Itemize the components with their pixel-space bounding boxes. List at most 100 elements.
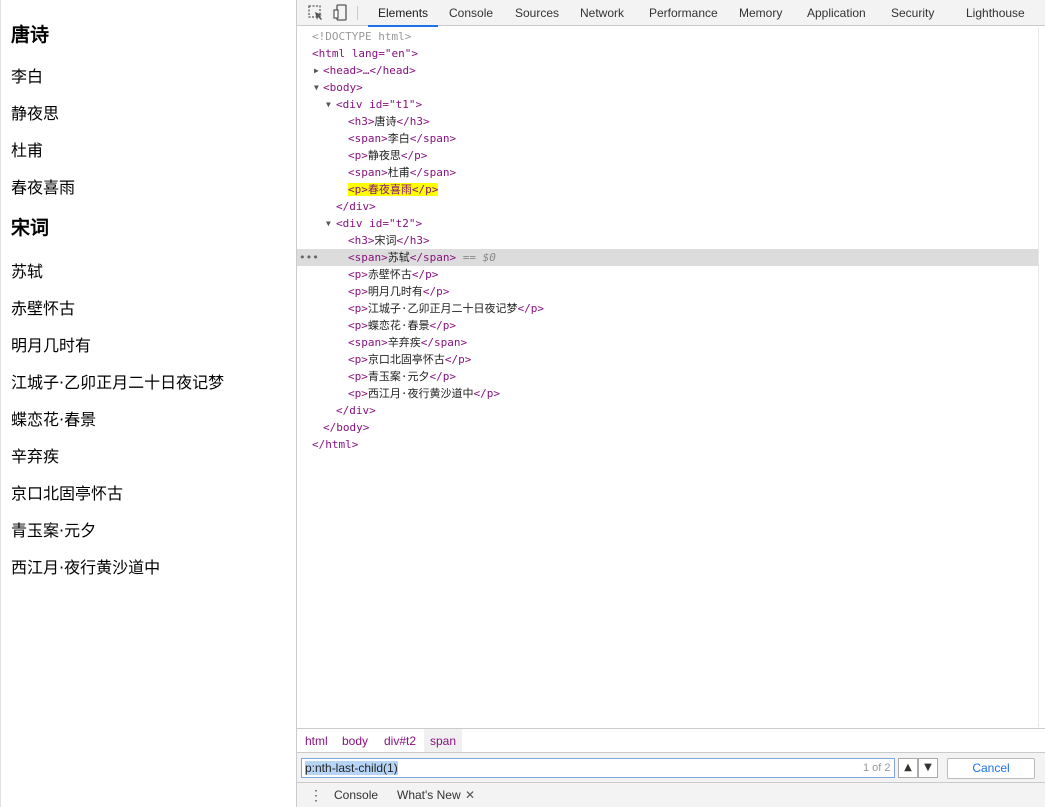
inspect-element-icon[interactable] <box>307 4 325 22</box>
tab-elements[interactable]: Elements <box>367 0 439 27</box>
dom-node-div-close[interactable]: </div> <box>297 198 1039 215</box>
div-close-tag: </div> <box>336 404 376 417</box>
page-line: 青玉案·元夕 <box>11 521 97 540</box>
node-text: 宋词 <box>374 234 397 247</box>
page-line: 明月几时有 <box>11 336 92 355</box>
drawer-tab-whats-new[interactable]: What's New <box>397 783 461 807</box>
html-open-tag: <html lang="en"> <box>312 47 418 60</box>
search-prev-button[interactable]: ▲ <box>898 758 918 778</box>
page-line: 赤壁怀古 <box>11 299 76 318</box>
dom-node[interactable]: <h3>唐诗</h3> <box>348 113 1045 130</box>
page-line: 春夜喜雨 <box>11 178 76 197</box>
dom-node-selected[interactable]: ••• <span>苏轼</span> == $0 <box>297 249 1039 266</box>
html-close-tag: </html> <box>312 438 359 451</box>
search-next-button[interactable]: ▼ <box>918 758 938 778</box>
device-toolbar-icon[interactable] <box>332 4 350 22</box>
dom-node[interactable]: <p>江城子·乙卯正月二十日夜记梦</p> <box>348 300 1045 317</box>
tab-security[interactable]: Security <box>891 0 934 26</box>
page-line: 京口北固亭怀古 <box>11 484 124 503</box>
dom-tree-scrollbar[interactable] <box>1038 27 1045 727</box>
selected-node-marker: == $0 <box>462 251 496 264</box>
tab-application[interactable]: Application <box>807 0 866 26</box>
node-text: 江城子·乙卯正月二十日夜记梦 <box>367 302 518 315</box>
node-text: 西江月·夜行黄沙道中 <box>367 387 474 400</box>
heading-song: 宋词 <box>11 217 50 239</box>
node-text: 赤壁怀古 <box>367 268 412 281</box>
tab-lighthouse[interactable]: Lighthouse <box>966 0 1025 26</box>
dom-node[interactable]: <span>杜甫</span> <box>348 164 1045 181</box>
dom-node[interactable]: <p>西江月·夜行黄沙道中</p> <box>348 385 1045 402</box>
dom-node-body[interactable]: ▼ <body> <box>297 79 1039 96</box>
dom-node[interactable]: <p>京口北固亭怀古</p> <box>348 351 1045 368</box>
div-t2-open-tag: <div id="t2"> <box>336 217 423 230</box>
page-line: 静夜思 <box>11 104 60 123</box>
page-line: 苏轼 <box>11 262 44 281</box>
close-icon[interactable]: ✕ <box>465 783 475 807</box>
tab-performance[interactable]: Performance <box>649 0 718 26</box>
breadcrumb-html[interactable]: html <box>299 729 334 753</box>
devtools-tabbar: Elements Console Sources Network Perform… <box>297 0 1045 27</box>
node-text: 杜甫 <box>387 166 410 179</box>
body-close-tag: </body> <box>323 421 370 434</box>
node-text: 苏轼 <box>387 251 410 264</box>
dom-node-div-close[interactable]: </div> <box>297 402 1039 419</box>
heading-tang: 唐诗 <box>11 24 50 46</box>
dom-node[interactable]: <p>蝶恋花·春景</p> <box>348 317 1045 334</box>
head-tag: <head>…</head> <box>323 64 416 77</box>
breadcrumb-body[interactable]: body <box>336 729 374 753</box>
collapse-triangle-icon[interactable]: ▼ <box>326 96 334 113</box>
dom-node[interactable]: <p>赤壁怀古</p> <box>348 266 1045 283</box>
collapse-triangle-icon[interactable]: ▼ <box>314 79 322 96</box>
tab-console[interactable]: Console <box>449 0 493 26</box>
node-text: 唐诗 <box>374 115 397 128</box>
chevron-up-icon: ▲ <box>904 762 912 773</box>
rendered-page: 唐诗 李白 静夜思 杜甫 春夜喜雨 宋词 苏轼 赤壁怀古 明月几时有 江城子·乙… <box>0 0 296 807</box>
more-options-icon[interactable]: ••• <box>299 249 319 266</box>
div-t1-open-tag: <div id="t1"> <box>336 98 423 111</box>
search-input-value: p:nth-last-child(1) <box>305 761 398 775</box>
devtools-drawer: ⋮ Console What's New ✕ <box>297 782 1045 807</box>
tab-network[interactable]: Network <box>580 0 624 26</box>
search-match-count: 1 of 2 <box>863 762 891 774</box>
search-input[interactable]: p:nth-last-child(1) <box>301 758 895 778</box>
tab-memory[interactable]: Memory <box>739 0 782 26</box>
devtools-panel: Elements Console Sources Network Perform… <box>296 0 1045 807</box>
node-text: 李白 <box>387 132 410 145</box>
dom-node[interactable]: <span>李白</span> <box>348 130 1045 147</box>
node-text: 春夜喜雨 <box>367 183 412 196</box>
dom-node[interactable]: <p>明月几时有</p> <box>348 283 1045 300</box>
drawer-menu-icon[interactable]: ⋮ <box>309 788 323 802</box>
dom-node-search-match[interactable]: <p>春夜喜雨</p> <box>348 181 1045 198</box>
collapse-triangle-icon[interactable]: ▼ <box>326 215 334 232</box>
dom-node[interactable]: <p>静夜思</p> <box>348 147 1045 164</box>
page-line: 江城子·乙卯正月二十日夜记梦 <box>11 373 225 392</box>
dom-tree: <!DOCTYPE html> <html lang="en"> ▶ <head>… <box>297 27 1039 727</box>
chevron-down-icon: ▼ <box>924 762 932 773</box>
cancel-button[interactable]: Cancel <box>947 758 1035 779</box>
dom-node-html[interactable]: <html lang="en"> <box>297 45 1039 62</box>
node-text: 青玉案·元夕 <box>367 370 430 383</box>
page-line: 蝶恋花·春景 <box>11 410 97 429</box>
dom-node-div-t1[interactable]: ▼ <div id="t1"> <box>297 96 1039 113</box>
dom-node[interactable]: <p>青玉案·元夕</p> <box>348 368 1045 385</box>
page-line: 杜甫 <box>11 141 44 160</box>
breadcrumb-span[interactable]: span <box>424 729 463 753</box>
node-text: 辛弃疾 <box>387 336 421 349</box>
tab-sources[interactable]: Sources <box>515 0 559 26</box>
dom-node[interactable]: <span>辛弃疾</span> <box>348 334 1045 351</box>
drawer-tab-console[interactable]: Console <box>334 783 378 807</box>
page-line: 李白 <box>11 67 44 86</box>
doctype-text: <!DOCTYPE html> <box>312 30 412 43</box>
node-text: 静夜思 <box>367 149 401 162</box>
dom-node-body-close[interactable]: </body> <box>297 419 1039 436</box>
dom-node[interactable]: <h3>宋词</h3> <box>348 232 1045 249</box>
expand-triangle-icon[interactable]: ▶ <box>314 62 322 79</box>
dom-node-div-t2[interactable]: ▼ <div id="t2"> <box>297 215 1039 232</box>
dom-node-html-close[interactable]: </html> <box>297 436 1039 453</box>
page-line: 辛弃疾 <box>11 447 60 466</box>
body-open-tag: <body> <box>323 81 363 94</box>
breadcrumb: html body div#t2 span <box>297 728 1045 753</box>
breadcrumb-div-t2[interactable]: div#t2 <box>378 729 422 753</box>
dom-node-head[interactable]: ▶ <head>…</head> <box>297 62 1039 79</box>
dom-node-doctype[interactable]: <!DOCTYPE html> <box>297 28 1039 45</box>
